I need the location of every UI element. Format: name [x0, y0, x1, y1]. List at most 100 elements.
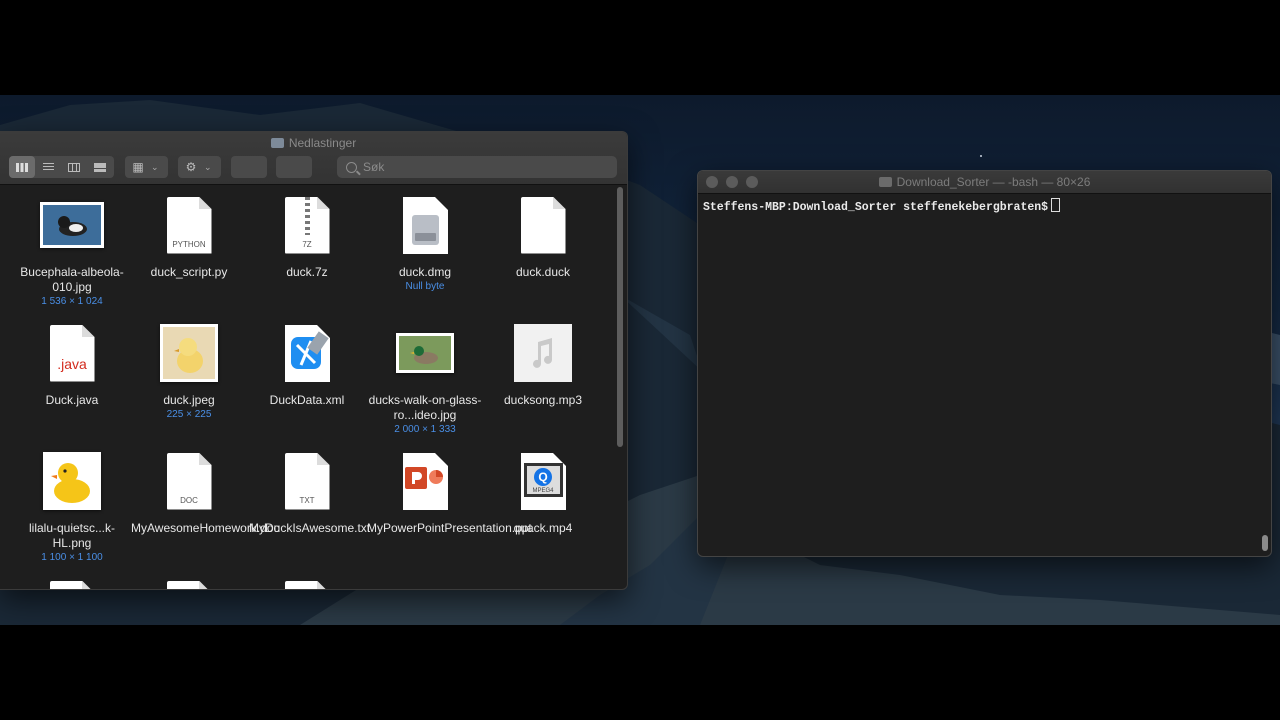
file-meta: 1 100 × 1 100 — [41, 552, 103, 563]
document-icon — [166, 580, 212, 589]
gear-icon: ⚙ — [185, 160, 197, 174]
doc-type-label: .java — [57, 355, 87, 372]
gallery-view-button[interactable] — [87, 156, 113, 178]
finder-toolbar: Nedlastinger ▦ ⌄ ⚙ ⌄ Søk — [0, 132, 627, 185]
tag-button[interactable] — [276, 156, 312, 178]
columns-icon — [68, 162, 80, 172]
share-button[interactable] — [231, 156, 267, 178]
file-thumbnail — [131, 321, 247, 385]
file-thumbnail: .java — [14, 321, 130, 385]
file-item[interactable]: duck.dmg Null byte — [367, 193, 483, 293]
vertical-scrollbar[interactable] — [617, 187, 623, 447]
document-icon — [284, 580, 330, 589]
file-thumbnail: DOC — [131, 449, 247, 513]
music-file-icon — [514, 324, 572, 382]
photo-thumbnail — [40, 202, 104, 248]
terminal-output[interactable]: Steffens-MBP:Download_Sorter steffenekeb… — [698, 194, 1271, 218]
file-name: duck_script.py — [150, 265, 228, 279]
file-name: ducks-walk-on-glass-ro...ideo.jpg — [368, 393, 482, 422]
photo-thumbnail — [160, 324, 218, 382]
file-item[interactable]: .java Duck.java — [14, 321, 130, 408]
file-name: duck.duck — [515, 265, 571, 279]
finder-window: Nedlastinger ▦ ⌄ ⚙ ⌄ Søk Bucephala-albeola… — [0, 131, 628, 590]
file-item[interactable] — [131, 577, 247, 589]
file-thumbnail — [131, 577, 247, 589]
file-name: MyAwesomeHomework.doc — [131, 521, 280, 535]
file-item[interactable]: TXT MyDuckIsAwesome.txt — [249, 449, 371, 536]
file-thumbnail: PYTHON — [131, 193, 247, 257]
file-name: duck.dmg — [398, 265, 452, 279]
file-item[interactable] — [14, 577, 130, 589]
file-name: Bucephala-albeola-010.jpg — [20, 265, 124, 294]
terminal-scrollbar[interactable] — [1262, 535, 1268, 551]
file-thumbnail — [14, 449, 130, 513]
file-thumbnail: Q MPEG4 — [485, 449, 601, 513]
archive-icon: 7Z — [284, 196, 330, 254]
java-file-icon: .java — [49, 324, 95, 382]
document-icon — [49, 580, 95, 589]
file-item[interactable]: ducks-walk-on-glass-ro...ideo.jpg 2 000 … — [367, 321, 483, 436]
file-thumbnail — [14, 193, 130, 257]
file-thumbnail — [14, 577, 130, 589]
file-thumbnail: 7Z — [249, 193, 365, 257]
disk-image-icon — [402, 196, 448, 254]
group-by-button[interactable]: ▦ ⌄ — [125, 156, 168, 178]
svg-text:Q: Q — [538, 470, 547, 484]
file-thumbnail — [249, 321, 365, 385]
file-name: lilalu-quietsc...k-HL.png — [28, 521, 116, 550]
file-name: DuckData.xml — [269, 393, 345, 407]
file-item[interactable]: MyPowerPointPresentation.ppt — [367, 449, 532, 536]
file-item[interactable]: DOC MyAwesomeHomework.doc — [131, 449, 280, 536]
file-thumbnail — [485, 193, 601, 257]
file-meta: 225 × 225 — [166, 409, 212, 420]
file-item[interactable]: Bucephala-albeola-010.jpg 1 536 × 1 024 — [14, 193, 130, 308]
file-item[interactable]: 7Z duck.7z — [249, 193, 365, 280]
file-name: Duck.java — [45, 393, 99, 407]
chevron-down-icon: ⌄ — [151, 161, 159, 172]
grid-icon — [16, 162, 28, 172]
terminal-titlebar: Download_Sorter — -bash — 80×26 — [698, 171, 1271, 194]
search-input[interactable]: Søk — [337, 156, 617, 178]
file-meta: Null byte — [405, 281, 445, 292]
file-name: duck.7z — [286, 265, 328, 279]
terminal-window: Download_Sorter — -bash — 80×26 Steffens… — [697, 170, 1272, 557]
file-item[interactable]: DuckData.xml — [249, 321, 365, 408]
icon-view-button[interactable] — [9, 156, 35, 178]
list-view-button[interactable] — [35, 156, 61, 178]
file-item[interactable]: duck.duck — [485, 193, 601, 280]
file-item[interactable]: PYTHON duck_script.py — [131, 193, 247, 280]
file-thumbnail — [367, 193, 483, 257]
terminal-title-label: Download_Sorter — -bash — 80×26 — [896, 175, 1091, 189]
finder-title: Nedlastinger — [0, 136, 627, 150]
document-icon: DOC — [166, 452, 212, 510]
zipper-icon — [304, 196, 310, 235]
file-item[interactable] — [249, 577, 365, 589]
file-meta: 2 000 × 1 333 — [394, 424, 456, 435]
finder-title-label: Nedlastinger — [288, 136, 357, 150]
file-name: duck.jpeg — [163, 393, 215, 407]
file-name: MyDuckIsAwesome.txt — [249, 521, 371, 535]
folder-icon — [878, 177, 892, 187]
action-button[interactable]: ⚙ ⌄ — [178, 156, 221, 178]
file-thumbnail — [485, 321, 601, 385]
doc-type-label: DOC — [180, 495, 198, 505]
file-thumbnail — [367, 449, 483, 513]
photo-thumbnail — [43, 452, 101, 510]
file-item[interactable]: ducksong.mp3 — [485, 321, 601, 408]
file-item[interactable]: Q MPEG4 quack.mp4 — [485, 449, 601, 536]
file-thumbnail: TXT — [249, 449, 365, 513]
file-item[interactable]: lilalu-quietsc...k-HL.png 1 100 × 1 100 — [14, 449, 130, 564]
file-thumbnail — [367, 321, 483, 385]
powerpoint-file-icon — [402, 452, 448, 510]
xcode-document-icon — [284, 324, 330, 382]
file-meta: 1 536 × 1 024 — [41, 296, 103, 307]
view-mode-group — [9, 156, 114, 178]
column-view-button[interactable] — [61, 156, 87, 178]
file-name: MyPowerPointPresentation.ppt — [367, 521, 532, 535]
star — [980, 155, 982, 157]
file-item[interactable]: duck.jpeg 225 × 225 — [131, 321, 247, 421]
video-file-icon: Q MPEG4 — [520, 452, 566, 510]
folder-icon — [270, 138, 284, 148]
chevron-down-icon: ⌄ — [204, 161, 212, 172]
terminal-title: Download_Sorter — -bash — 80×26 — [698, 175, 1271, 189]
